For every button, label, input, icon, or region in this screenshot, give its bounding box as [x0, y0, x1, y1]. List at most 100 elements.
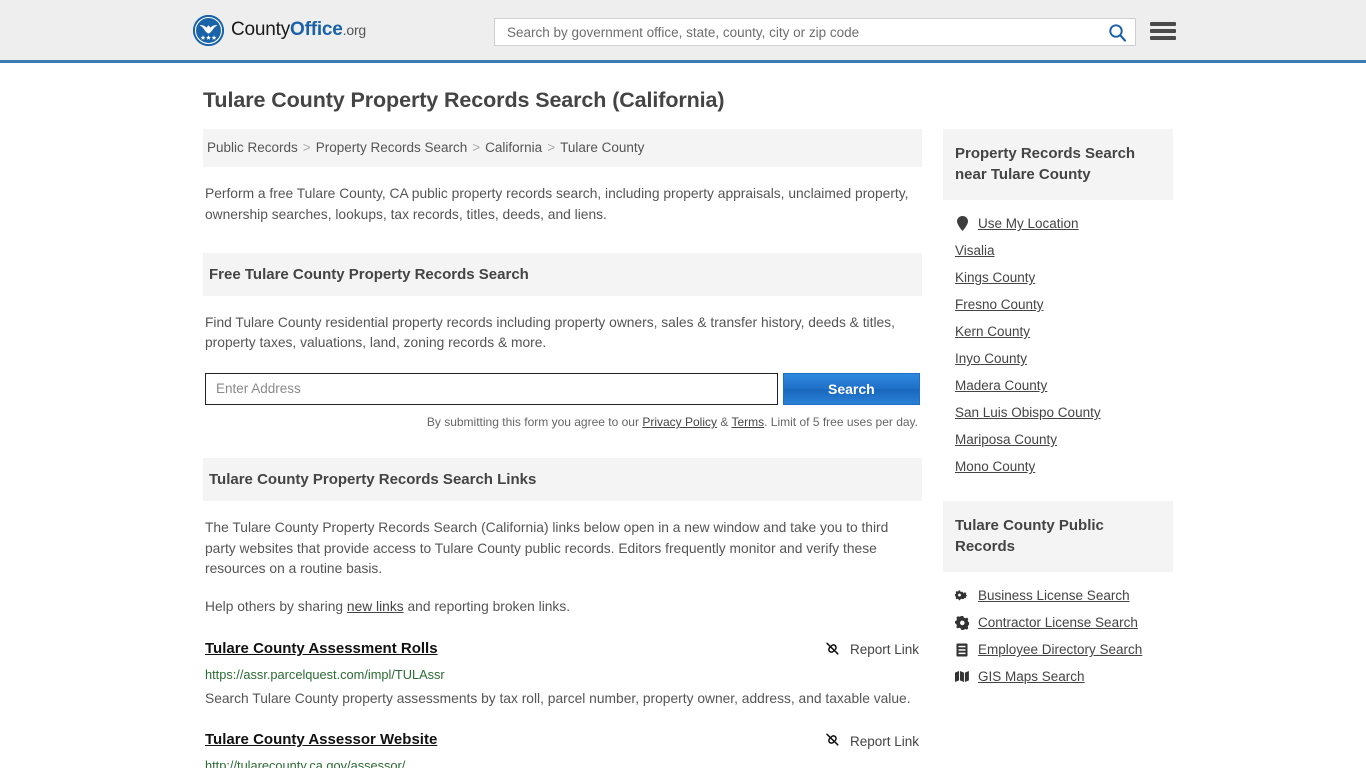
site-logo[interactable]: CountyOffice.org [193, 14, 366, 46]
map-icon [955, 670, 969, 684]
sidebar-public-records-box: Tulare County Public Records Business Li… [943, 501, 1173, 684]
sidebar-nearby-heading: Property Records Search near Tulare Coun… [943, 129, 1173, 200]
hamburger-menu-icon[interactable] [1150, 20, 1176, 42]
sidebar-item-business-license-search[interactable]: Business License Search [955, 572, 1173, 603]
logo-text-tld: .org [342, 22, 367, 38]
cogs-icon [955, 589, 969, 603]
sidebar-public-records-list: Business License Search Contractor Licen… [943, 572, 1173, 684]
page-container: Tulare County Property Records Search (C… [0, 88, 1366, 768]
sidebar-link-label[interactable]: Kings County [955, 270, 1035, 285]
free-search-body: Find Tulare County residential property … [203, 313, 922, 431]
sidebar-link-label[interactable]: Inyo County [955, 351, 1027, 366]
sidebar-link-label[interactable]: Employee Directory Search [978, 642, 1142, 657]
intro-paragraph: Perform a free Tulare County, CA public … [205, 186, 909, 222]
sidebar-item-kern-county[interactable]: Kern County [955, 312, 1173, 339]
search-links-paragraph: The Tulare County Property Records Searc… [205, 519, 889, 577]
sidebar: Property Records Search near Tulare Coun… [943, 129, 1173, 684]
search-input[interactable] [505, 23, 1108, 41]
broken-link-icon [824, 731, 841, 751]
report-link-label: Report Link [849, 733, 919, 749]
main-column: Public Records > Property Records Search > C… [203, 129, 922, 768]
sidebar-link-label[interactable]: Fresno County [955, 297, 1044, 312]
sidebar-link-label[interactable]: Use My Location [978, 216, 1079, 231]
sidebar-link-label[interactable]: Kern County [955, 324, 1030, 339]
header-search-box[interactable] [494, 18, 1136, 46]
sidebar-nearby-list: Use My Location Visalia Kings County Fre… [943, 200, 1173, 474]
breadcrumb-item-california[interactable]: California [485, 140, 542, 155]
disclaimer-amp: & [717, 414, 732, 429]
sidebar-link-label[interactable]: Mono County [955, 459, 1035, 474]
map-pin-icon [955, 216, 969, 231]
sidebar-link-label[interactable]: Mariposa County [955, 432, 1057, 447]
search-icon[interactable] [1108, 23, 1127, 42]
disclaimer-prefix: By submitting this form you agree to our [426, 414, 643, 429]
list-icon [955, 643, 969, 657]
sidebar-link-label[interactable]: Madera County [955, 378, 1047, 393]
sidebar-link-label[interactable]: Contractor License Search [978, 615, 1138, 630]
breadcrumb: Public Records > Property Records Search > C… [203, 129, 922, 168]
logo-text-office: Office [290, 19, 343, 40]
sidebar-item-madera-county[interactable]: Madera County [955, 366, 1173, 393]
breadcrumb-separator: > [302, 140, 311, 155]
broken-link-icon [824, 640, 841, 660]
link-url: https://assr.parcelquest.com/impl/TULAss… [205, 666, 445, 682]
terms-link[interactable]: Terms [731, 415, 764, 429]
hamburger-bar [1150, 29, 1176, 33]
form-disclaimer: By submitting this form you agree to our… [205, 413, 920, 431]
sidebar-item-visalia[interactable]: Visalia [955, 231, 1173, 258]
site-header: CountyOffice.org [0, 0, 1366, 63]
link-title[interactable]: Tulare County Assessment Rolls [205, 640, 438, 657]
sidebar-item-use-my-location[interactable]: Use My Location [955, 200, 1173, 231]
link-entry-header: Tulare County Assessor Website Report Li… [205, 731, 920, 751]
sidebar-link-label[interactable]: GIS Maps Search [978, 669, 1085, 684]
link-title[interactable]: Tulare County Assessor Website [205, 731, 437, 748]
breadcrumb-separator: > [472, 140, 481, 155]
new-links-link[interactable]: new links [347, 599, 404, 614]
sidebar-item-mono-county[interactable]: Mono County [955, 447, 1173, 474]
search-button[interactable]: Search [782, 372, 920, 405]
address-search-form: Search [205, 372, 920, 405]
hamburger-bar [1150, 22, 1176, 26]
gear-icon [955, 615, 969, 630]
sidebar-item-gis-maps-search[interactable]: GIS Maps Search [955, 657, 1173, 684]
sidebar-item-inyo-county[interactable]: Inyo County [955, 339, 1173, 366]
link-description: Search Tulare County property assessment… [205, 690, 911, 706]
report-link-label: Report Link [849, 642, 919, 658]
breadcrumb-item-property-records-search[interactable]: Property Records Search [316, 140, 468, 155]
sidebar-link-label[interactable]: Business License Search [978, 588, 1130, 603]
help-others-paragraph: Help others by sharing new links and rep… [205, 597, 920, 618]
help-suffix: and reporting broken links. [403, 599, 571, 614]
search-links-body: The Tulare County Property Records Searc… [203, 518, 922, 618]
link-entry: Tulare County Assessment Rolls Report Li… [203, 640, 922, 709]
content-row: Public Records > Property Records Search > C… [203, 129, 1173, 768]
sidebar-item-contractor-license-search[interactable]: Contractor License Search [955, 603, 1173, 630]
sidebar-item-san-luis-obispo-county[interactable]: San Luis Obispo County [955, 393, 1173, 420]
sidebar-item-fresno-county[interactable]: Fresno County [955, 285, 1173, 312]
page-title: Tulare County Property Records Search (C… [203, 88, 725, 112]
privacy-policy-link[interactable]: Privacy Policy [642, 415, 717, 429]
eagle-badge-icon [193, 14, 224, 46]
search-links-heading: Tulare County Property Records Search Li… [203, 457, 922, 501]
sidebar-item-mariposa-county[interactable]: Mariposa County [955, 420, 1173, 447]
breadcrumb-item-public-records[interactable]: Public Records [207, 140, 298, 155]
site-logo-text: CountyOffice.org [231, 19, 366, 41]
free-search-description: Find Tulare County residential property … [205, 314, 895, 351]
breadcrumb-separator: > [547, 140, 556, 155]
sidebar-link-label[interactable]: Visalia [955, 243, 995, 258]
address-input[interactable] [205, 372, 778, 405]
breadcrumb-item-tulare-county[interactable]: Tulare County [560, 140, 644, 155]
sidebar-item-kings-county[interactable]: Kings County [955, 258, 1173, 285]
report-link-button[interactable]: Report Link [824, 640, 920, 660]
sidebar-public-records-heading: Tulare County Public Records [943, 501, 1173, 572]
link-entry: Tulare County Assessor Website Report Li… [203, 731, 922, 768]
logo-text-county: County [231, 19, 291, 40]
disclaimer-suffix: . Limit of 5 free uses per day. [764, 414, 918, 429]
help-prefix: Help others by sharing [205, 599, 347, 614]
hamburger-bar [1150, 36, 1176, 40]
link-url: http://tularecounty.ca.gov/assessor/ [205, 758, 406, 768]
link-entry-header: Tulare County Assessment Rolls Report Li… [205, 640, 920, 660]
report-link-button[interactable]: Report Link [824, 731, 920, 751]
sidebar-link-label[interactable]: San Luis Obispo County [955, 405, 1101, 420]
sidebar-item-employee-directory-search[interactable]: Employee Directory Search [955, 630, 1173, 657]
sidebar-nearby-box: Property Records Search near Tulare Coun… [943, 129, 1173, 474]
